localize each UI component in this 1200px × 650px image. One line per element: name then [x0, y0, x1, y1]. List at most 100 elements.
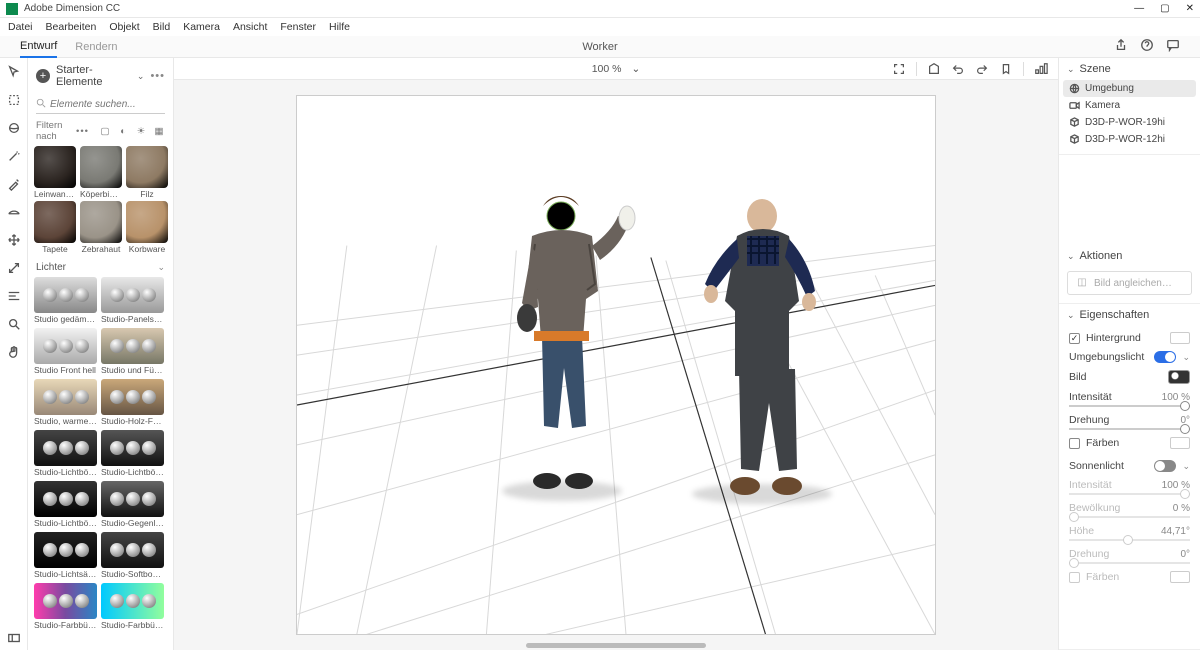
light-preset-item[interactable]: Studio Front hell — [34, 328, 97, 375]
tint-color-swatch[interactable] — [1170, 437, 1190, 449]
zoom-value[interactable]: 100 % — [592, 63, 622, 75]
scene-item[interactable]: Umgebung — [1063, 80, 1196, 97]
menu-bild[interactable]: Bild — [153, 21, 171, 33]
tab-design[interactable]: Entwurf — [20, 36, 57, 58]
tool-align[interactable] — [6, 288, 22, 304]
material-item[interactable]: Korbware — [126, 201, 168, 254]
tool-orbit[interactable] — [6, 120, 22, 136]
tint-checkbox[interactable] — [1069, 438, 1080, 449]
light-preset-item[interactable]: Studio-Lichtböge… — [101, 430, 164, 477]
camera-bookmark-icon[interactable] — [999, 62, 1013, 76]
light-preset-item[interactable]: Studio-Panels hell — [101, 277, 164, 324]
actions-panel-header[interactable]: Aktionen — [1080, 250, 1123, 262]
light-preset-item[interactable]: Studio-Farbbühn… — [101, 583, 164, 630]
window-maximize[interactable]: ▢ — [1160, 3, 1169, 14]
scene-panel-header[interactable]: Szene — [1080, 63, 1111, 75]
menu-fenster[interactable]: Fenster — [280, 21, 316, 33]
light-preset-item[interactable]: Studio-Lichtböge… — [34, 481, 97, 528]
background-checkbox[interactable] — [1069, 333, 1080, 344]
filter-images-icon[interactable]: ▦ — [153, 125, 165, 137]
light-preset-item[interactable]: Studio-Gegenlich… — [101, 481, 164, 528]
tool-marquee[interactable] — [6, 92, 22, 108]
viewport-stage[interactable] — [296, 95, 936, 635]
cube-icon — [1069, 134, 1080, 145]
share-icon[interactable] — [1114, 38, 1128, 55]
light-preset-item[interactable]: Studio-Farbbühn… — [34, 583, 97, 630]
light-preset-item[interactable]: Studio-Lichtböge… — [34, 430, 97, 477]
background-color-swatch[interactable] — [1170, 332, 1190, 344]
chevron-down-icon[interactable]: ⌄ — [1182, 352, 1190, 363]
tool-sampler[interactable] — [6, 176, 22, 192]
menu-kamera[interactable]: Kamera — [183, 21, 220, 33]
menu-ansicht[interactable]: Ansicht — [233, 21, 267, 33]
asset-panel-more-icon[interactable]: ••• — [150, 70, 165, 82]
properties-panel-header[interactable]: Eigenschaften — [1080, 309, 1150, 321]
feedback-icon[interactable] — [1166, 38, 1180, 55]
scene-item[interactable]: D3D-P-WOR-19hi — [1063, 114, 1196, 131]
material-item[interactable]: Tapete — [34, 201, 76, 254]
asset-panel-dropdown-icon[interactable]: ⌄ — [137, 71, 145, 82]
render-preview-icon[interactable] — [1034, 62, 1048, 76]
menu-bar: Datei Bearbeiten Objekt Bild Kamera Ansi… — [0, 18, 1200, 36]
filter-models-icon[interactable]: ▢ — [99, 125, 111, 137]
match-image-button[interactable]: ◫Bild angleichen… — [1067, 271, 1192, 295]
camera-home-icon[interactable] — [927, 62, 941, 76]
zoom-dropdown-icon[interactable]: ⌄ — [631, 63, 640, 75]
help-icon[interactable] — [1140, 38, 1154, 55]
material-item[interactable]: Filz — [126, 146, 168, 199]
light-preset-item[interactable]: Studio-Softbox, 3… — [101, 532, 164, 579]
chevron-down-icon[interactable]: ⌄ — [157, 262, 165, 273]
sunlight-toggle[interactable] — [1154, 460, 1176, 472]
window-close[interactable]: ✕ — [1186, 3, 1194, 14]
asset-panel-title[interactable]: Starter-Elemente — [56, 64, 131, 88]
model-worker-2[interactable] — [687, 194, 847, 499]
menu-hilfe[interactable]: Hilfe — [329, 21, 350, 33]
camera-redo-icon[interactable] — [975, 62, 989, 76]
camera-undo-icon[interactable] — [951, 62, 965, 76]
material-item[interactable]: Leinwand… — [34, 146, 76, 199]
tool-panel-toggle[interactable] — [6, 634, 22, 650]
sun-rotation-slider — [1069, 562, 1190, 564]
light-preset-item[interactable]: Studio und Füllu… — [101, 328, 164, 375]
rotation-slider[interactable] — [1069, 428, 1190, 430]
light-preset-item[interactable]: Studio gedämpft … — [34, 277, 97, 324]
envlight-toggle[interactable] — [1154, 351, 1176, 363]
horizontal-scrollbar[interactable] — [526, 643, 706, 648]
light-preset-item[interactable]: Studio-Lichtsäule… — [34, 532, 97, 579]
tool-hand[interactable] — [6, 344, 22, 360]
sun-tint-checkbox — [1069, 572, 1080, 583]
scene-item[interactable]: D3D-P-WOR-12hi — [1063, 131, 1196, 148]
tab-render[interactable]: Rendern — [75, 37, 117, 57]
light-preset-item[interactable]: Studio-Holz-Fens… — [101, 379, 164, 426]
material-item[interactable]: Köperbin… — [80, 146, 122, 199]
model-worker-1[interactable] — [487, 196, 637, 496]
intensity-slider[interactable] — [1069, 405, 1190, 407]
menu-bearbeiten[interactable]: Bearbeiten — [46, 21, 97, 33]
tool-zoom[interactable] — [6, 316, 22, 332]
light-preset-item[interactable]: Studio, warmes F… — [34, 379, 97, 426]
scene-item[interactable]: Kamera — [1063, 97, 1196, 114]
envlight-label: Umgebungslicht — [1069, 351, 1148, 363]
image-label: Bild — [1069, 371, 1162, 383]
canvas-bounds-icon[interactable] — [892, 62, 906, 76]
lights-section-header[interactable]: Lichter — [36, 262, 66, 273]
tool-select[interactable] — [6, 64, 22, 80]
tool-move[interactable] — [6, 232, 22, 248]
chevron-down-icon[interactable]: ⌄ — [1182, 461, 1190, 472]
material-item[interactable]: Zebrahaut — [80, 201, 122, 254]
sun-intensity-slider — [1069, 493, 1190, 495]
tool-horizon[interactable] — [6, 204, 22, 220]
asset-search-input[interactable] — [36, 96, 165, 114]
filter-lights-icon[interactable]: ☀ — [135, 125, 147, 137]
search-icon — [36, 98, 46, 108]
menu-objekt[interactable]: Objekt — [109, 21, 139, 33]
window-minimize[interactable]: — — [1134, 3, 1144, 14]
tool-wand[interactable] — [6, 148, 22, 164]
filter-more-icon[interactable]: ••• — [76, 126, 89, 137]
menu-datei[interactable]: Datei — [8, 21, 33, 33]
camera-icon — [1069, 100, 1080, 111]
tool-scale[interactable] — [6, 260, 22, 276]
add-asset-button[interactable]: + — [36, 69, 50, 83]
env-image-selector[interactable] — [1168, 370, 1190, 384]
filter-materials-icon[interactable]: ◐ — [117, 125, 129, 137]
